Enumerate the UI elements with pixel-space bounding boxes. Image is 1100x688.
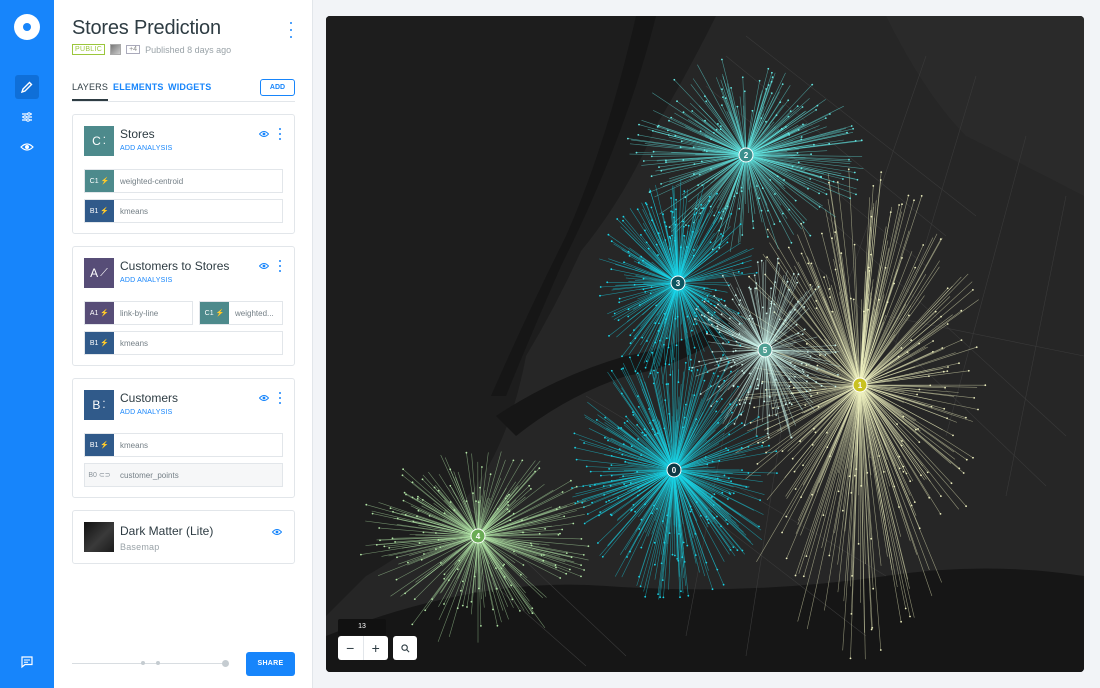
add-layer-button[interactable]: ADD [260, 79, 295, 96]
analysis-node[interactable]: B1 ⚡ kmeans [84, 331, 283, 355]
settings-sliders-icon[interactable] [15, 105, 39, 129]
add-analysis-link[interactable]: ADD ANALYSIS [120, 409, 172, 416]
layer-card-stores[interactable]: C ⁚ Stores ADD ANALYSIS C1 ⚡ weighted-cent… [72, 114, 295, 234]
cluster-centroid-3[interactable]: 3 [670, 275, 686, 291]
zoom-controls: − + [338, 636, 388, 660]
node-id: B1 ⚡ [85, 200, 114, 222]
cluster-label: 4 [476, 532, 481, 541]
editor-panel: Stores Prediction PUBLIC +4 Published 8 … [54, 0, 313, 688]
node-label: weighted-centroid [120, 176, 184, 186]
tab-widgets[interactable]: WIDGETS [168, 82, 211, 92]
layer-options-icon[interactable] [278, 392, 282, 404]
edit-pencil-icon[interactable] [15, 75, 39, 99]
history-point[interactable] [156, 661, 160, 665]
history-slider-track [72, 663, 227, 664]
node-label: link-by-line [120, 308, 159, 318]
cluster-label: 2 [744, 151, 749, 160]
published-date: Published 8 days ago [145, 44, 232, 55]
search-icon [400, 643, 409, 652]
map-meta: PUBLIC +4 Published 8 days ago [72, 44, 231, 55]
layer-name[interactable]: Customers [120, 391, 178, 405]
layer-visibility-eye-icon[interactable] [259, 130, 269, 138]
layer-card-customers[interactable]: B ⁚ Customers ADD ANALYSIS B1 ⚡ kmeans B0 ⊂… [72, 378, 295, 498]
zoom-in-button[interactable]: + [362, 636, 389, 660]
analysis-node[interactable]: C1 ⚡ weighted... [199, 301, 283, 325]
node-label: kmeans [120, 440, 149, 450]
node-label: kmeans [120, 338, 149, 348]
layer-visibility-eye-icon[interactable] [272, 528, 282, 536]
node-label: customer_points [120, 470, 179, 480]
node-label: weighted... [235, 308, 274, 318]
layer-options-icon[interactable] [278, 260, 282, 272]
collaborators-count: +4 [126, 45, 141, 54]
layer-letter-tile: B ⁚ [84, 390, 114, 420]
source-link-icon: ⊂⊃ [98, 472, 111, 479]
node-id: B1 ⚡ [85, 434, 114, 456]
add-analysis-link[interactable]: ADD ANALYSIS [120, 145, 172, 152]
preview-eye-icon[interactable] [15, 135, 39, 159]
layer-visibility-eye-icon[interactable] [259, 262, 269, 270]
layer-options-icon[interactable] [278, 128, 282, 140]
cluster-centroid-1[interactable]: 1 [852, 377, 868, 393]
lightning-icon: ⚡ [100, 208, 110, 215]
app: Stores Prediction PUBLIC +4 Published 8 … [0, 0, 1100, 688]
tab-elements[interactable]: ELEMENTS [113, 82, 164, 92]
layer-letter-tile: A ⟋ [84, 258, 114, 288]
avatar [110, 44, 122, 55]
cluster-label: 5 [763, 346, 768, 355]
layer-letter-tile: C ⁚ [84, 126, 114, 156]
node-id: C1 ⚡ [85, 170, 114, 192]
layer-name[interactable]: Stores [120, 127, 155, 141]
lightning-icon: ⚡ [100, 178, 110, 185]
node-id: B0 ⊂⊃ [88, 471, 111, 480]
add-analysis-link[interactable]: ADD ANALYSIS [120, 277, 172, 284]
map-svg: 0 1 2 3 4 5 [326, 16, 1084, 672]
left-rail [0, 0, 54, 688]
node-id: A1 ⚡ [85, 302, 114, 324]
feedback-chat-icon[interactable] [15, 650, 39, 674]
analysis-node[interactable]: B1 ⚡ kmeans [84, 199, 283, 223]
layer-subtitle: Basemap [120, 542, 160, 552]
cluster-label: 3 [676, 279, 681, 288]
history-point[interactable] [141, 661, 145, 665]
cluster-label: 0 [672, 466, 677, 475]
tab-layers[interactable]: LAYERS [72, 82, 109, 101]
map-canvas[interactable]: 0 1 2 3 4 5 13 − + [326, 16, 1084, 672]
cluster-centroid-5[interactable]: 5 [757, 342, 773, 358]
carto-logo-icon[interactable] [14, 14, 40, 40]
cluster-centroid-4[interactable]: 4 [470, 528, 486, 544]
lightning-icon: ⚡ [100, 310, 110, 317]
search-button[interactable] [393, 636, 417, 660]
cluster-centroid-0[interactable]: 0 [666, 462, 682, 478]
node-id: B1 ⚡ [85, 332, 114, 354]
privacy-badge[interactable]: PUBLIC [72, 44, 106, 55]
layer-card-customers-to-stores[interactable]: A ⟋ Customers to Stores ADD ANALYSIS A1 ⚡ … [72, 246, 295, 366]
history-handle[interactable] [222, 660, 229, 667]
page-title[interactable]: Stores Prediction [72, 17, 221, 40]
layer-visibility-eye-icon[interactable] [259, 394, 269, 402]
basemap-thumbnail [84, 522, 114, 552]
cluster-label: 1 [858, 381, 863, 390]
layer-name[interactable]: Dark Matter (Lite) [120, 524, 213, 538]
node-id: C1 ⚡ [200, 302, 229, 324]
zoom-level: 13 [338, 619, 386, 635]
analysis-node[interactable]: B1 ⚡ kmeans [84, 433, 283, 457]
map-options-icon[interactable] [287, 22, 295, 38]
analysis-node[interactable]: C1 ⚡ weighted-centroid [84, 169, 283, 193]
zoom-out-button[interactable]: − [338, 636, 363, 660]
share-button[interactable]: SHARE [246, 652, 295, 676]
lightning-icon: ⚡ [100, 442, 110, 449]
lightning-icon: ⚡ [215, 310, 225, 317]
cluster-centroid-2[interactable]: 2 [738, 147, 754, 163]
layer-name[interactable]: Customers to Stores [120, 259, 229, 273]
source-node[interactable]: B0 ⊂⊃ customer_points [84, 463, 283, 487]
layer-card-basemap[interactable]: Dark Matter (Lite) Basemap [72, 510, 295, 564]
node-label: kmeans [120, 206, 149, 216]
analysis-node[interactable]: A1 ⚡ link-by-line [84, 301, 193, 325]
lightning-icon: ⚡ [100, 340, 110, 347]
